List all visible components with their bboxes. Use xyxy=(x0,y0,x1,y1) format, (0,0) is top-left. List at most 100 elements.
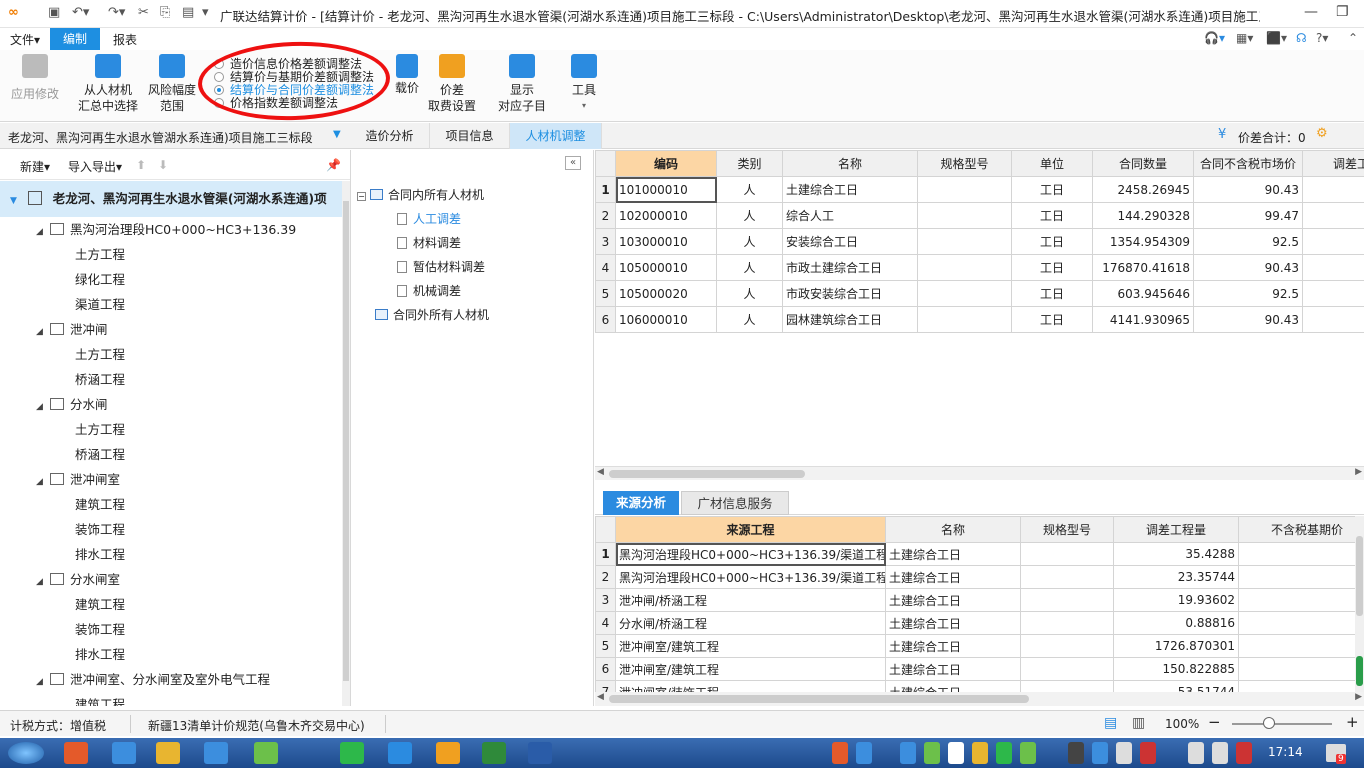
tray-wifi-icon[interactable] xyxy=(1020,742,1036,764)
chevron-down-icon[interactable]: ▼ xyxy=(333,129,341,140)
volume-icon[interactable] xyxy=(1188,742,1204,764)
tab-cost-analysis[interactable]: 造价分析 xyxy=(350,123,430,149)
table-cell[interactable]: 23.35744 xyxy=(1113,565,1239,589)
column-header[interactable]: 规格型号 xyxy=(1020,516,1114,543)
tree-leaf[interactable]: 土方工程 xyxy=(75,244,125,263)
table-cell[interactable]: 101000010 xyxy=(615,176,717,203)
move-down-icon[interactable]: ⬇ xyxy=(158,158,168,172)
table-row[interactable]: 1101000010人土建综合工日 工日2458.2694590.4324 xyxy=(595,176,1364,203)
paste-icon[interactable]: ▤ xyxy=(182,5,194,20)
table-cell[interactable] xyxy=(1302,280,1364,307)
table-cell[interactable]: 92.5 xyxy=(1193,228,1303,255)
table-cell[interactable]: 人 xyxy=(716,202,783,229)
tree-leaf[interactable]: 建筑工程 xyxy=(75,494,125,513)
table-cell[interactable]: 1726.870301 xyxy=(1113,634,1239,658)
table-cell[interactable]: 黑沟河治理段HC0+000~HC3+136.39/渠道工程 xyxy=(615,542,886,566)
table-cell[interactable]: 综合人工 xyxy=(782,202,918,229)
table-cell[interactable]: 工日 xyxy=(1011,254,1093,281)
tree-group[interactable]: ◢ 泄冲闸 xyxy=(36,319,108,338)
caret-down-icon[interactable]: ◢ xyxy=(36,477,46,487)
table-cell[interactable]: 黑沟河治理段HC0+000~HC3+136.39/渠道工程 xyxy=(615,565,886,589)
tree-root[interactable]: ▼ 老龙河、黑沟河再生水退水管渠(河湖水系连通)项 xyxy=(0,181,342,217)
project-selector[interactable]: 老龙河、黑沟河再生水退水管湖水系连通)项目施工三标段 ▼ xyxy=(0,123,350,149)
table-row[interactable]: 6 106000010 人园林建筑综合工日 工日 4141.930965 90.43 xyxy=(595,306,1364,333)
undo-icon[interactable]: ↶▾ xyxy=(72,5,89,20)
tree-group[interactable]: ◢ 泄冲闸室、分水闸室及室外电气工程 xyxy=(36,669,270,688)
table-cell[interactable]: 99.47 xyxy=(1193,202,1303,229)
table-cell[interactable]: 102000010 xyxy=(615,202,717,229)
ribbon-collapse-icon[interactable]: ⌃ xyxy=(1348,31,1358,45)
new-button[interactable]: 新建▾ xyxy=(20,158,50,175)
scroll-left-icon[interactable]: ◀ xyxy=(597,467,604,477)
menu-file[interactable]: 文件▾ xyxy=(10,31,40,48)
settings-icon[interactable]: ⚙ xyxy=(1316,126,1328,141)
show-sub-items-button[interactable]: 显示 对应子目 xyxy=(496,54,548,114)
mid-tree-item-material[interactable]: 材料调差 xyxy=(397,234,461,251)
column-header[interactable]: 合同不含税市场价 xyxy=(1193,150,1303,177)
table-cell[interactable] xyxy=(1020,565,1114,589)
table-cell[interactable] xyxy=(1020,611,1114,635)
table-cell[interactable]: 105000010 xyxy=(615,254,717,281)
column-header[interactable]: 不含税基期价 xyxy=(1238,516,1355,543)
table-cell[interactable]: 土建综合工日 xyxy=(885,565,1021,589)
import-export-button[interactable]: 导入导出▾ xyxy=(68,158,122,175)
tray-icon[interactable] xyxy=(924,742,940,764)
table-cell[interactable]: 土建综合工日 xyxy=(885,680,1021,692)
table-cell[interactable]: 90.43 xyxy=(1193,254,1303,281)
table-cell[interactable]: 人 xyxy=(716,280,783,307)
table-cell[interactable]: 106000010 xyxy=(615,306,717,333)
grid-vertical-scrollbar[interactable] xyxy=(1355,516,1364,692)
table-cell[interactable]: 人 xyxy=(716,254,783,281)
browser-icon[interactable] xyxy=(204,742,228,764)
load-price-button[interactable]: 载价 xyxy=(392,54,422,96)
mid-tree-root[interactable]: − 合同内所有人材机 xyxy=(357,186,484,203)
table-row[interactable]: 1 黑沟河治理段HC0+000~HC3+136.39/渠道工程 土建综合工日 35.4… xyxy=(595,542,1355,566)
tree-leaf[interactable]: 建筑工程 xyxy=(75,594,125,613)
grid-horizontal-scrollbar[interactable]: ◀ ▶ xyxy=(595,466,1364,480)
table-cell[interactable]: 工日 xyxy=(1011,306,1093,333)
table-cell[interactable]: 市政土建综合工日 xyxy=(782,254,918,281)
restore-icon[interactable]: ❐ xyxy=(1336,4,1349,20)
headset-icon[interactable]: 🎧▾ xyxy=(1204,31,1225,45)
table-cell[interactable]: 5 xyxy=(1302,228,1364,255)
caret-down-icon[interactable]: ◢ xyxy=(36,402,46,412)
price-diff-fee-button[interactable]: 价差 取费设置 xyxy=(426,54,478,114)
copy-icon[interactable]: ⎘ xyxy=(160,5,170,20)
caret-down-icon[interactable]: ◢ xyxy=(36,327,46,337)
tree-group[interactable]: ◢ 黑沟河治理段HC0+000~HC3+136.39 xyxy=(36,219,296,238)
collapse-panel-icon[interactable]: « xyxy=(565,156,581,170)
table-cell[interactable]: 0.88816 xyxy=(1113,611,1239,635)
mid-tree-item-provisional[interactable]: 暂估材料调差 xyxy=(397,258,485,275)
table-cell[interactable]: 144.290328 xyxy=(1092,202,1194,229)
table-row[interactable]: 2 黑沟河治理段HC0+000~HC3+136.39/渠道工程 土建综合工日 23.3… xyxy=(595,565,1355,589)
word-icon[interactable] xyxy=(528,742,552,764)
table-cell[interactable] xyxy=(1020,680,1114,692)
table-cell[interactable]: 150.822885 xyxy=(1113,657,1239,681)
cut-icon[interactable]: ✂ xyxy=(138,5,149,20)
table-cell[interactable] xyxy=(917,176,1012,203)
caret-down-icon[interactable]: ◢ xyxy=(36,227,46,237)
excel-icon[interactable] xyxy=(482,742,506,764)
column-header[interactable]: 单位 xyxy=(1011,150,1093,177)
table-row[interactable]: 4105000010人市政土建综合工日 工日176870.4161890.4317… xyxy=(595,254,1364,281)
table-cell[interactable]: 19.93602 xyxy=(1113,588,1239,612)
zoom-in-icon[interactable]: + xyxy=(1346,713,1359,731)
tray-bell-icon[interactable] xyxy=(948,742,964,764)
table-cell[interactable]: 土建综合工日 xyxy=(885,588,1021,612)
column-header[interactable]: 调差工 xyxy=(1302,150,1364,177)
risk-range-button[interactable]: 风险幅度 范围 xyxy=(146,54,198,114)
table-cell[interactable] xyxy=(1238,588,1355,612)
table-cell[interactable]: 泄冲闸/桥涵工程 xyxy=(615,588,886,612)
table-cell[interactable]: 90.43 xyxy=(1193,306,1303,333)
mid-tree-item-machinery[interactable]: 机械调差 xyxy=(397,282,461,299)
table-cell[interactable]: 人 xyxy=(716,228,783,255)
menu-edit[interactable]: 编制 xyxy=(50,28,100,50)
tree-leaf[interactable]: 装饰工程 xyxy=(75,619,125,638)
table-cell[interactable]: 人 xyxy=(716,306,783,333)
table-cell[interactable]: 103000010 xyxy=(615,228,717,255)
tools-button[interactable]: 工具 ▾ xyxy=(564,54,604,114)
table-cell[interactable] xyxy=(1020,588,1114,612)
table-cell[interactable]: 105000020 xyxy=(615,280,717,307)
start-button[interactable] xyxy=(8,742,44,764)
customize-icon[interactable]: ▾ xyxy=(202,5,209,20)
